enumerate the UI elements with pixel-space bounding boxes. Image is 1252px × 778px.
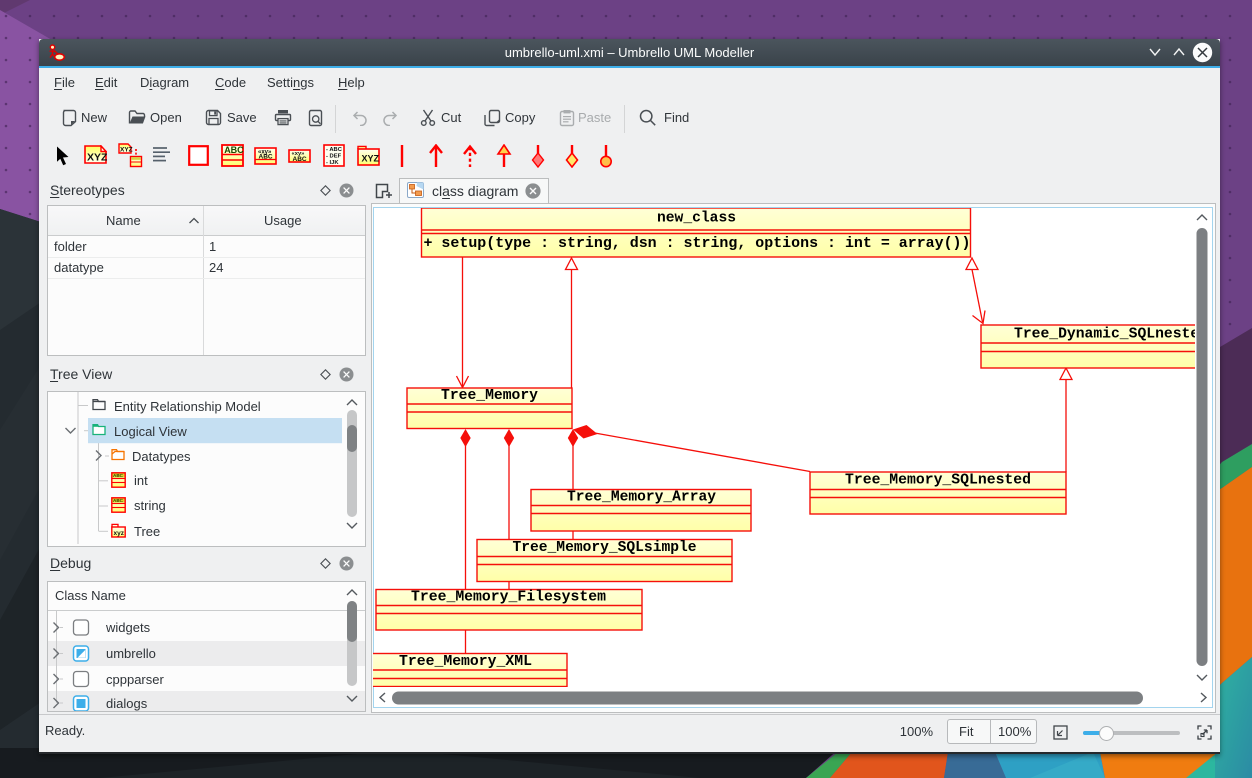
svg-text:Tree_Memory_Array: Tree_Memory_Array bbox=[567, 490, 716, 506]
svg-text:ABC: ABC bbox=[113, 498, 124, 503]
svg-text:XYZ: XYZ bbox=[362, 154, 380, 164]
svg-text:Tree_Memory: Tree_Memory bbox=[441, 388, 538, 404]
svg-text:XYZ: XYZ bbox=[120, 147, 133, 154]
svg-text:ABC: ABC bbox=[293, 156, 307, 163]
svg-text:- ABC: - ABC bbox=[326, 147, 343, 153]
svg-text:Tree_Memory_XML: Tree_Memory_XML bbox=[399, 654, 532, 670]
svg-text:xyz: xyz bbox=[114, 530, 125, 537]
svg-text:ABC: ABC bbox=[113, 473, 124, 478]
svg-text:- DEF: - DEF bbox=[326, 154, 342, 160]
svg-text:Tree_Dynamic_SQLnested: Tree_Dynamic_SQLnested bbox=[1014, 327, 1195, 343]
svg-text:Tree_Memory_SQLnested: Tree_Memory_SQLnested bbox=[845, 473, 1031, 489]
svg-text:+ setup(type : string, dsn : s: + setup(type : string, dsn : string, opt… bbox=[424, 236, 971, 252]
svg-text:Tree_Memory_Filesystem: Tree_Memory_Filesystem bbox=[411, 590, 606, 606]
svg-text:- IJK: - IJK bbox=[326, 160, 339, 166]
svg-text:XYZ: XYZ bbox=[87, 152, 107, 164]
svg-text:ABC: ABC bbox=[224, 145, 244, 155]
svg-text:Tree_Memory_SQLsimple: Tree_Memory_SQLsimple bbox=[513, 540, 697, 556]
svg-text:new_class: new_class bbox=[657, 211, 736, 227]
